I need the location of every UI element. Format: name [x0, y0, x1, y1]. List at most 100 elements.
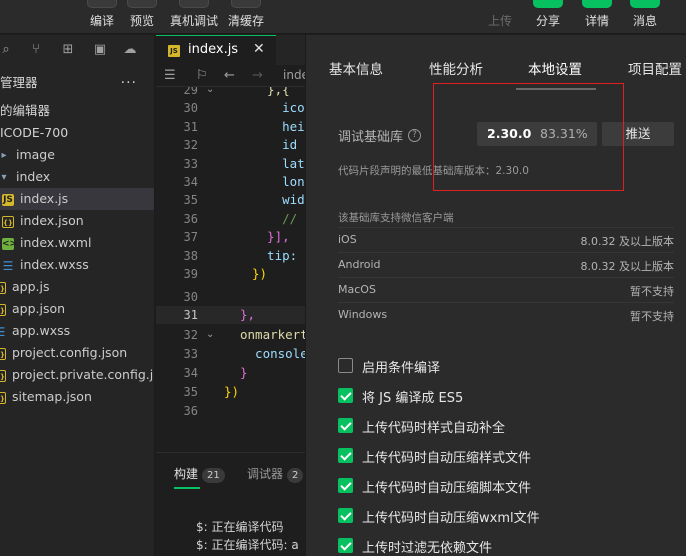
line-number: 33 — [183, 156, 198, 171]
file-item-project-private-config[interactable]: {} project.private.config.js... — [0, 364, 154, 386]
line-number: 33 — [183, 347, 198, 361]
tab-debugger[interactable]: 调试器 2 — [247, 465, 304, 483]
client-name: Windows — [338, 308, 388, 321]
file-label: app.js — [12, 279, 50, 294]
remote-debug-label: 真机调试 — [169, 14, 218, 28]
code-line: }], — [252, 229, 290, 245]
fold-chevron-icon[interactable]: ⌄ — [206, 87, 214, 99]
client-status: 暂不支持 — [630, 310, 674, 323]
messages-button[interactable]: 消息 — [617, 0, 673, 34]
file-item-index-js[interactable]: JS index.js — [0, 188, 154, 210]
project-section[interactable]: ICODE-700 — [0, 122, 154, 144]
fold-chevron-icon[interactable]: ⌄ — [206, 326, 214, 344]
file-item-index-wxml[interactable]: <> index.wxml — [0, 232, 154, 254]
file-item-app-wxss[interactable]: ☰ app.wxss — [0, 320, 154, 342]
json-file-icon: {} — [0, 303, 6, 316]
bookmark-icon[interactable]: ⚐ — [196, 68, 208, 83]
remote-debug-button[interactable]: 真机调试 — [166, 0, 222, 34]
line-number: 36 — [183, 211, 198, 226]
messages-icon — [630, 0, 660, 8]
checkbox[interactable] — [338, 358, 353, 373]
code-editor[interactable]: 29 30 31 32 33 34 35 36 37 38 39 30 31 3… — [156, 87, 306, 452]
file-label: sitemap.json — [12, 389, 92, 404]
code-line: // — [252, 210, 298, 226]
line-number: 31 — [183, 119, 198, 134]
code-line: hei — [252, 118, 305, 134]
clear-cache-button[interactable]: 清缓存 — [218, 0, 274, 34]
share-label: 分享 — [535, 14, 560, 28]
active-tab-indicator — [516, 88, 596, 90]
option-label: 上传时过滤无依赖文件 — [362, 541, 493, 556]
js-file-icon: JS — [168, 45, 180, 57]
file-item-image-folder[interactable]: ▸ image — [0, 144, 154, 166]
push-button[interactable]: 推送 — [602, 122, 674, 146]
more-actions-icon[interactable]: ··· — [121, 72, 137, 94]
checkbox[interactable] — [338, 508, 353, 523]
list-icon[interactable]: ☰ — [164, 68, 176, 83]
source-control-icon[interactable]: ⑂ — [28, 42, 44, 58]
client-status: 8.0.32 及以上版本 — [580, 235, 674, 248]
option-label: 上传代码时自动压缩wxml文件 — [362, 511, 540, 526]
file-item-index-wxss[interactable]: ☰ index.wxss — [0, 254, 154, 276]
compile-icon — [87, 0, 117, 8]
code-line: lon — [252, 174, 305, 189]
close-icon[interactable]: ✕ — [253, 41, 265, 57]
tab-project-config[interactable]: 项目配置 — [628, 58, 682, 78]
js-file-icon: JS — [2, 193, 14, 206]
client-row-windows: Windows 暂不支持 — [338, 302, 674, 327]
line-number: 39 — [183, 267, 198, 281]
code-line: lat — [252, 155, 305, 171]
explorer-header: 管理器 ··· — [0, 72, 154, 94]
tab-label: index.js — [188, 42, 239, 57]
tab-basic-info[interactable]: 基本信息 — [329, 58, 383, 78]
base-library-select[interactable]: 2.30.0 83.31% — [477, 122, 597, 146]
search-icon[interactable]: ⌕ — [0, 42, 14, 58]
client-row-android: Android 8.0.32 及以上版本 — [338, 252, 674, 277]
tab-local-settings[interactable]: 本地设置 — [528, 58, 582, 78]
checkbox[interactable] — [338, 448, 353, 463]
json-file-icon: {} — [0, 391, 6, 404]
checkbox[interactable] — [338, 538, 353, 553]
file-label: index — [16, 169, 51, 184]
tab-performance[interactable]: 性能分析 — [429, 58, 483, 78]
line-number: 31 — [183, 308, 198, 322]
extensions-icon[interactable]: ⊞ — [60, 42, 76, 58]
file-item-app-json[interactable]: {} app.json — [0, 298, 154, 320]
open-editors-section[interactable]: 的编辑器 — [0, 100, 154, 122]
file-label: app.json — [12, 301, 66, 316]
file-item-index-json[interactable]: {} index.json — [0, 210, 154, 232]
client-status: 暂不支持 — [630, 285, 674, 298]
file-item-sitemap[interactable]: {} sitemap.json — [0, 386, 154, 408]
file-item-app-js[interactable]: {} app.js — [0, 276, 154, 298]
json-file-icon: {} — [2, 215, 14, 228]
file-item-project-config[interactable]: {} project.config.json — [0, 342, 154, 364]
code-line: }) — [252, 266, 268, 281]
checkbox[interactable] — [338, 388, 353, 403]
client-row-macos: MacOS 暂不支持 — [338, 277, 674, 302]
project-label: ICODE-700 — [0, 125, 69, 140]
preview-button[interactable]: 预览 — [114, 0, 170, 34]
help-icon[interactable]: ? — [408, 129, 421, 142]
storage-icon[interactable]: ▣ — [92, 42, 108, 58]
json-file-icon: {} — [0, 369, 6, 382]
code-line: },{ — [252, 87, 290, 97]
line-number: 36 — [183, 404, 198, 418]
tab-build-label: 构建 — [174, 467, 199, 481]
output-line: $: 正在编译代码 — [196, 520, 284, 534]
line-number: 35 — [183, 193, 198, 208]
forward-arrow-icon[interactable]: → — [252, 68, 263, 83]
back-arrow-icon[interactable]: ← — [224, 68, 235, 83]
tab-index-js[interactable]: JS index.js ✕ — [156, 35, 276, 65]
file-label: index.wxml — [20, 235, 92, 250]
explorer-title: 管理器 — [0, 75, 38, 90]
docker-icon[interactable]: ☁ — [122, 42, 138, 58]
active-tab-indicator — [174, 487, 200, 489]
file-item-index-folder[interactable]: ▾ index — [0, 166, 154, 188]
line-number: 32 — [183, 328, 198, 342]
option-label: 启用条件编译 — [362, 361, 441, 376]
tab-build[interactable]: 构建 21 — [174, 465, 225, 483]
share-button[interactable]: 分享 — [520, 0, 576, 34]
checkbox[interactable] — [338, 478, 353, 493]
clear-cache-label: 清缓存 — [227, 14, 264, 28]
checkbox[interactable] — [338, 418, 353, 433]
